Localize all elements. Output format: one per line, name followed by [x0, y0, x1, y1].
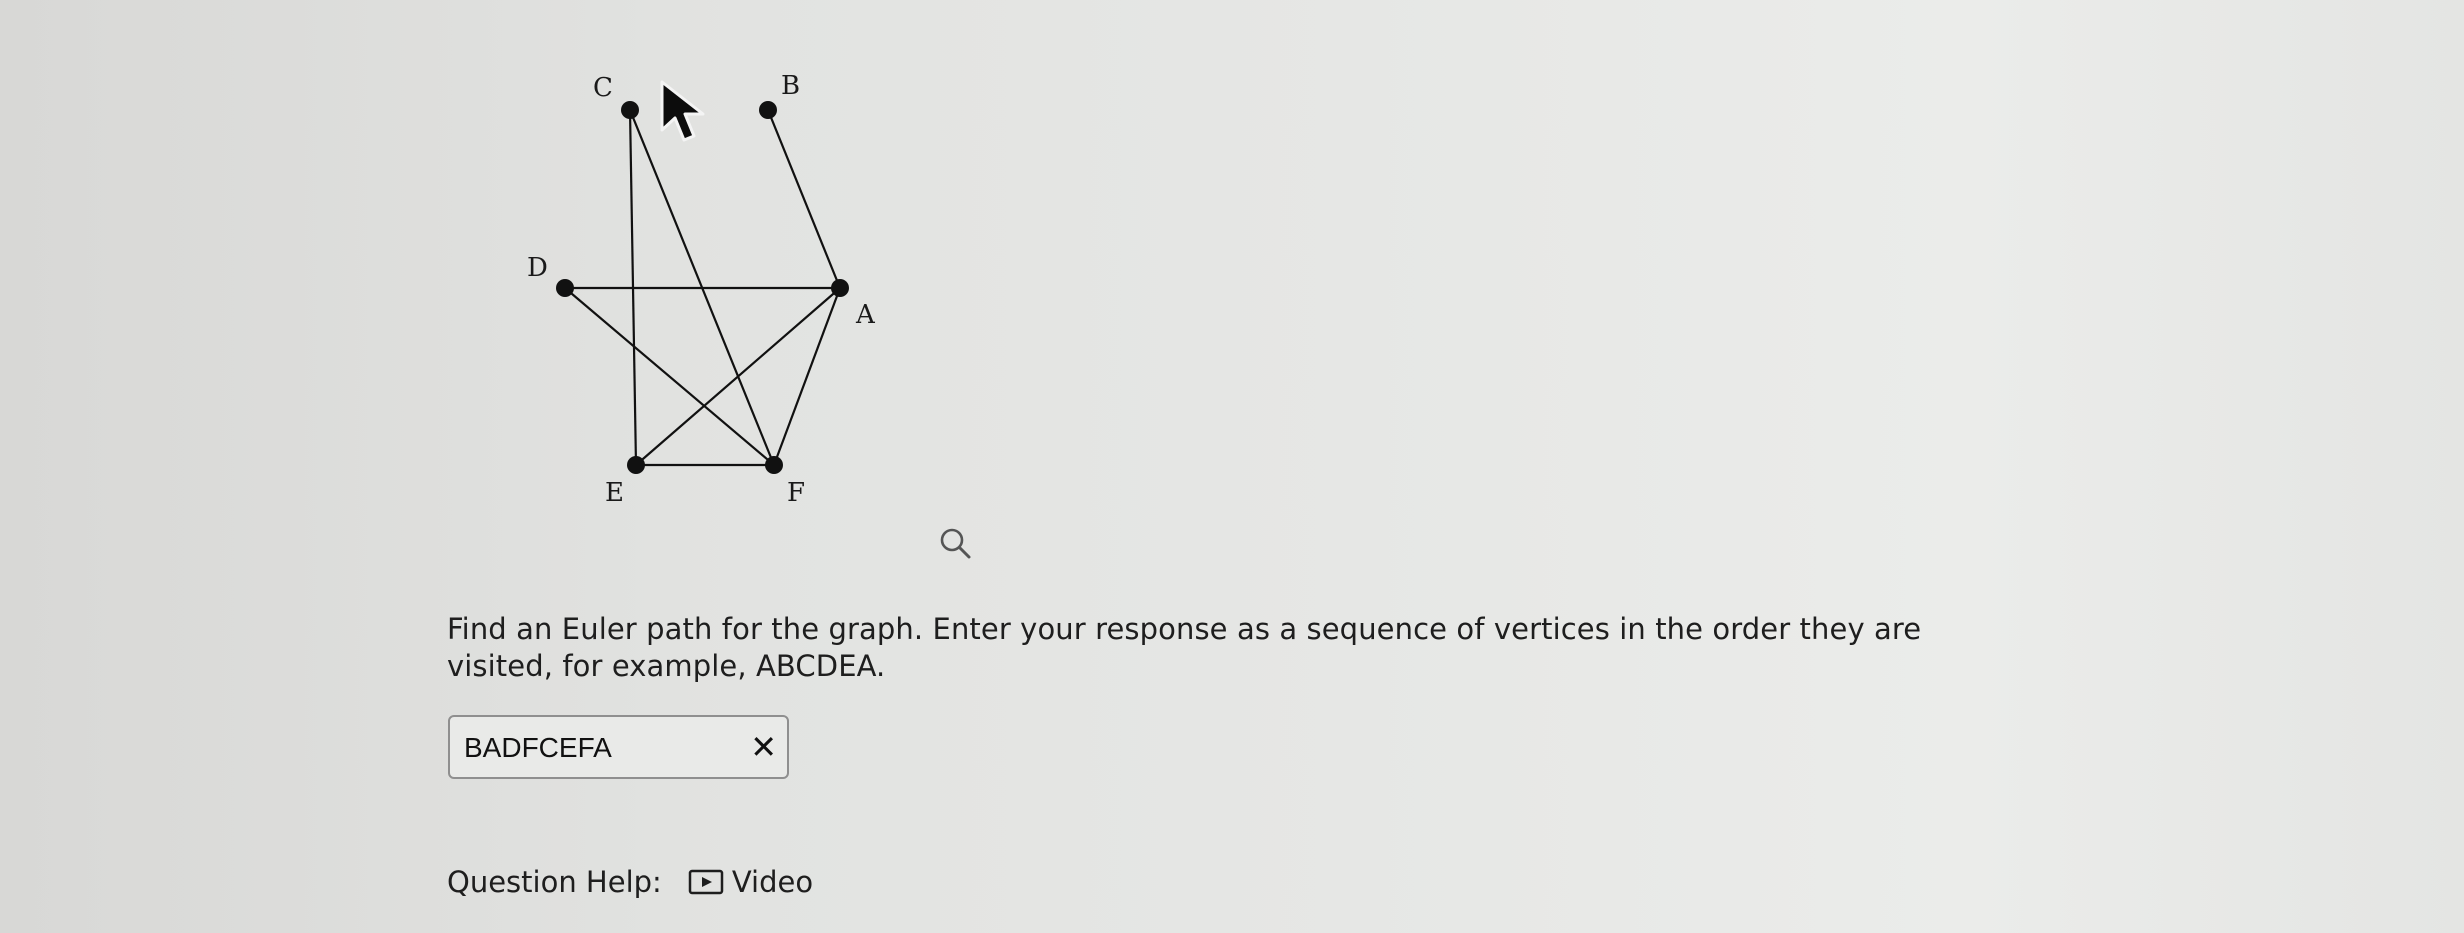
graph-edge-AF — [772, 287, 842, 466]
graph-vertex-F — [765, 456, 783, 474]
incorrect-icon: ✕ — [750, 728, 777, 766]
graph-edge-BA — [766, 109, 842, 289]
vertex-label-E: E — [605, 478, 624, 508]
play-video-icon — [688, 869, 724, 895]
mouse-pointer-icon — [660, 80, 705, 142]
graph-vertex-E — [627, 456, 645, 474]
magnifier-icon[interactable] — [936, 524, 976, 564]
vertex-label-D: D — [527, 253, 548, 283]
graph-vertex-A — [831, 279, 849, 297]
vertex-label-A: A — [855, 300, 876, 330]
graph-vertex-B — [759, 101, 777, 119]
answer-value[interactable]: BADFCEFA — [464, 732, 612, 764]
graph-edge-AE — [635, 287, 841, 466]
vertex-label-C: C — [593, 73, 613, 103]
graph-vertex-C — [621, 101, 639, 119]
graph-edge-DF — [564, 287, 775, 466]
question-help-label: Question Help: — [447, 865, 662, 899]
question-prompt: Find an Euler path for the graph. Enter … — [447, 612, 1922, 683]
video-help-link[interactable]: Video — [688, 865, 813, 899]
vertex-label-F: F — [787, 478, 805, 508]
question-help: Question Help: Video — [447, 862, 813, 902]
video-link-label[interactable]: Video — [732, 865, 813, 899]
answer-input[interactable]: BADFCEFA ✕ — [448, 715, 789, 779]
vertex-label-B: B — [781, 71, 800, 101]
graph-figure: A B C D E F — [527, 71, 876, 508]
graph-vertex-D — [556, 279, 574, 297]
